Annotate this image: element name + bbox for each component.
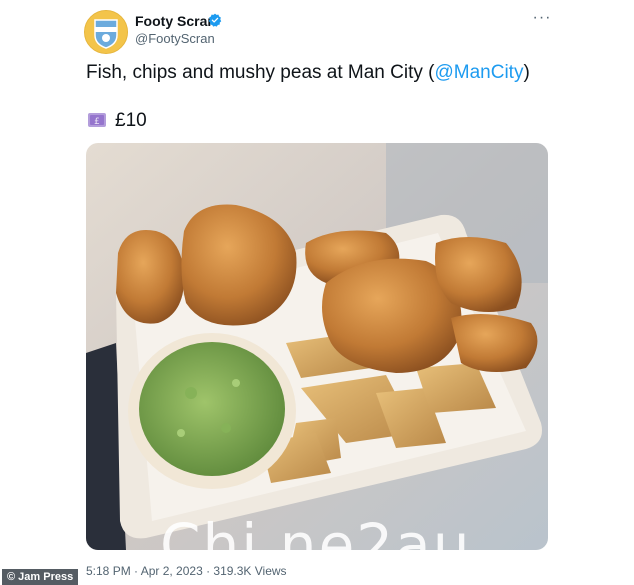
- price-line: £ £10: [86, 110, 147, 132]
- avatar[interactable]: [84, 10, 128, 54]
- tweet-text: Fish, chips and mushy peas at Man City (…: [86, 62, 530, 84]
- ellipsis-icon[interactable]: ···: [531, 10, 553, 28]
- photo-credit: © Jam Press: [2, 569, 79, 585]
- food-photo[interactable]: [86, 143, 548, 550]
- tweet-text-suffix: ): [523, 62, 530, 83]
- tweet-card: Footy Scran @FootyScran ··· Fish, chips …: [0, 0, 634, 585]
- tweet-text-prefix: Fish, chips and mushy peas at Man City (: [86, 62, 435, 83]
- money-with-wings-icon: £: [88, 113, 106, 127]
- club-crest-icon: [85, 11, 127, 53]
- display-name[interactable]: Footy Scran: [135, 13, 216, 29]
- price-text: £10: [115, 110, 147, 131]
- user-handle[interactable]: @FootyScran: [135, 31, 215, 46]
- tweet-meta: 5:18 PM · Apr 2, 2023 · 319.3K Views: [86, 564, 287, 578]
- verified-badge-icon: [208, 13, 222, 27]
- svg-text:£: £: [94, 117, 100, 127]
- mention-link[interactable]: @ManCity: [434, 62, 523, 83]
